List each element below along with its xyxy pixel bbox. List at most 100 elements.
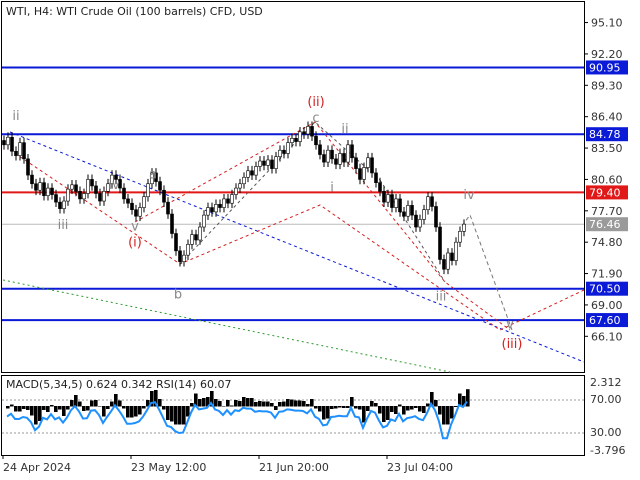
candle-body [126, 198, 130, 204]
macd-bar [326, 406, 330, 419]
indicator-axis: 2.312 70.00 30.00 -3.796 [590, 376, 625, 457]
candle-body [46, 187, 50, 196]
candle-body [174, 233, 178, 252]
candle-body [94, 185, 98, 194]
wave-label: c [312, 111, 319, 126]
macd-bar [342, 406, 346, 408]
x-axis: 24 Apr 2024 23 May 12:00 21 Jun 20:00 23 Ju… [2, 455, 453, 474]
macd-bar [266, 401, 270, 407]
x-tick-label: 23 May 12:00 [131, 461, 206, 474]
macd-bar [82, 406, 86, 411]
candle-body [86, 179, 90, 194]
macd-bar [434, 400, 438, 407]
macd-bar [294, 400, 298, 407]
macd-bar [242, 397, 246, 407]
candle-body [170, 213, 174, 234]
macd-bar [46, 406, 50, 412]
candle-body [306, 126, 310, 135]
macd-bar [274, 406, 278, 410]
candle-body [354, 157, 358, 169]
macd-bar [118, 400, 122, 407]
macd-bar [270, 403, 274, 407]
macd-bar [282, 401, 286, 407]
wave-label: i [330, 180, 334, 195]
candle-body [242, 176, 246, 185]
candle-body [158, 181, 162, 191]
macd-bar [198, 399, 202, 407]
candle-body [294, 138, 298, 142]
macd-bar [138, 406, 142, 415]
macd-bar [374, 403, 378, 407]
macd-bar [6, 406, 10, 409]
macd-bar [262, 401, 266, 407]
candle-body [206, 207, 210, 216]
candle-body [14, 150, 18, 156]
green-trendline [2, 279, 451, 373]
macd-bar [402, 406, 406, 415]
wave-label: ii [12, 109, 19, 124]
y-tick-label: 83.50 [591, 142, 623, 155]
macd-bar [190, 403, 194, 407]
macd-bar [286, 399, 290, 407]
candle-body [198, 226, 202, 241]
candle-body [442, 259, 446, 270]
candle-body [370, 157, 374, 174]
macd-bar [18, 406, 22, 412]
y-tick-label: 77.70 [591, 205, 623, 218]
candle-body [402, 211, 406, 217]
candle-body [130, 202, 134, 211]
macd-bar [378, 406, 382, 414]
candle-body [450, 252, 454, 261]
candle-body [146, 183, 150, 198]
candle-body [10, 136, 14, 152]
candle-body [398, 198, 402, 213]
x-tick-label: 21 Jun 20:00 [259, 461, 329, 474]
candle-body [222, 198, 226, 208]
level-price-label: 67.60 [589, 314, 621, 327]
macd-bar [338, 406, 342, 408]
macd-bar [14, 406, 18, 412]
trendlines [2, 121, 585, 373]
y-tick-label: 92.20 [591, 48, 623, 61]
macd-bar [398, 404, 402, 407]
macd-bar [358, 406, 362, 410]
macd-bar [54, 406, 58, 412]
macd-bar [278, 402, 282, 407]
macd-bar [290, 399, 294, 407]
macd-bar [214, 399, 218, 407]
candle-body [274, 156, 278, 169]
candle-body [434, 206, 438, 228]
candle-body [134, 209, 138, 217]
candle-body [358, 168, 362, 180]
candle-body [266, 159, 270, 166]
macd-bar [62, 406, 66, 416]
macd-bar [306, 404, 310, 407]
macd-bar [246, 398, 250, 407]
candle-body [122, 187, 126, 200]
candle-body [410, 205, 414, 216]
macd-bar [230, 405, 234, 407]
y-tick-label: 69.00 [591, 299, 623, 312]
red-channel-lower [9, 149, 585, 331]
macd-bar [98, 406, 102, 407]
candle-body [330, 149, 334, 160]
candle-body [210, 207, 214, 213]
macd-bar [346, 406, 350, 408]
candle-body [282, 149, 286, 154]
macd-bar [314, 406, 318, 409]
wave-label: (i) [128, 236, 142, 251]
level-price-label: 70.50 [589, 283, 621, 296]
candle-body [226, 198, 230, 204]
wave-label: a [149, 167, 157, 182]
macd-bar [58, 406, 62, 410]
candle-body [82, 193, 86, 200]
candle-body [366, 157, 370, 168]
candle-body [190, 234, 194, 245]
candle-body [342, 153, 346, 163]
candle-body [98, 193, 102, 202]
current-price-label: 76.46 [589, 218, 621, 231]
candle-body [102, 191, 106, 202]
candle-body [414, 214, 418, 228]
candle-body [286, 142, 290, 154]
wave-label: v [506, 318, 514, 333]
